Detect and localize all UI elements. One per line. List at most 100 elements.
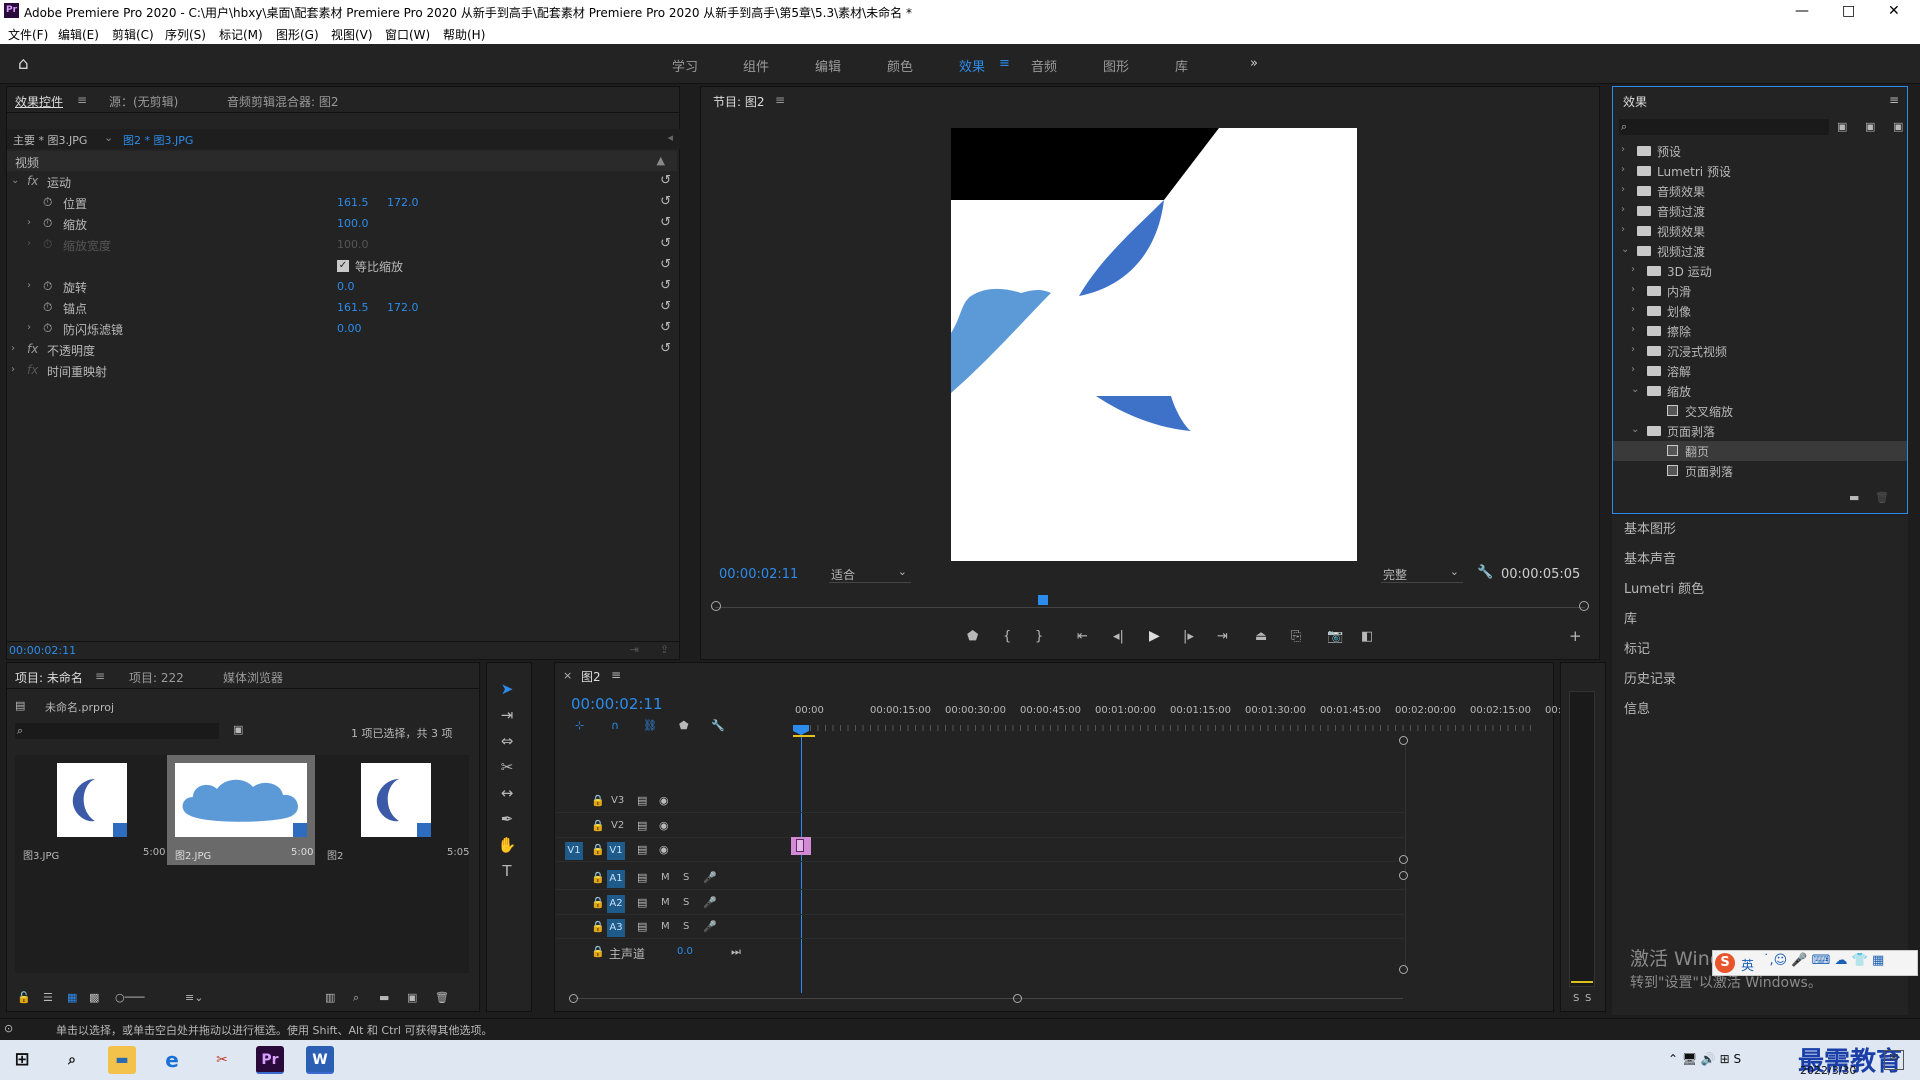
chevron-down-icon[interactable]: ⌄ bbox=[1631, 424, 1639, 435]
go-to-end-icon[interactable]: ⏭ bbox=[731, 945, 741, 959]
panel-markers[interactable]: 标记 bbox=[1624, 638, 1650, 657]
word-taskbar-icon[interactable]: W bbox=[306, 1046, 334, 1074]
sync-lock-icon[interactable]: ▤ bbox=[637, 843, 647, 856]
workspace-effects[interactable]: 效果 bbox=[959, 56, 985, 75]
effects-tree-item[interactable]: 交叉缩放 bbox=[1613, 401, 1907, 421]
scroll-handle[interactable] bbox=[1399, 736, 1408, 745]
effect-controls-timecode[interactable]: 00:00:02:11 bbox=[9, 644, 76, 657]
ripple-edit-tool-icon[interactable]: ⇔ bbox=[497, 732, 517, 752]
new-search-bin-icon[interactable]: ▣ bbox=[233, 723, 243, 736]
yuv-effects-icon[interactable]: ▣ bbox=[1893, 120, 1903, 133]
reset-icon[interactable]: ↺ bbox=[660, 194, 671, 209]
time-remap-row[interactable]: › fx 时间重映射 bbox=[7, 360, 679, 381]
menu-marker[interactable]: 标记(M) bbox=[219, 26, 263, 43]
scrub-end-handle[interactable] bbox=[1579, 601, 1589, 611]
lift-icon[interactable]: ⏏ bbox=[1255, 629, 1267, 644]
reset-icon[interactable]: ↺ bbox=[660, 215, 671, 230]
new-bin-icon[interactable]: ▬ bbox=[379, 991, 389, 1004]
sync-lock-icon[interactable]: ▤ bbox=[637, 819, 647, 832]
effects-tree-item[interactable]: › 3D 运动 bbox=[1613, 261, 1907, 281]
comparison-view-icon[interactable]: ◧ bbox=[1361, 629, 1373, 644]
sort-icon[interactable]: ≡⌄ bbox=[185, 991, 203, 1004]
uniform-scale-checkbox[interactable]: ✓ bbox=[337, 260, 349, 272]
source-patch-button[interactable]: V1 bbox=[565, 842, 583, 860]
track-target-button[interactable]: A1 bbox=[607, 870, 625, 888]
workspace-assembly[interactable]: 组件 bbox=[743, 56, 769, 75]
anchor-y-value[interactable]: 172.0 bbox=[387, 301, 419, 314]
voice-record-icon[interactable]: 🎤 bbox=[703, 896, 717, 909]
stopwatch-icon[interactable]: ⏱ bbox=[43, 300, 52, 315]
export-icon[interactable]: ⇪ bbox=[660, 643, 669, 656]
timeline-clip[interactable] bbox=[791, 837, 811, 855]
menu-sequence[interactable]: 序列(S) bbox=[165, 26, 206, 43]
scale-value[interactable]: 100.0 bbox=[337, 217, 369, 230]
tab-media-browser[interactable]: 媒体浏览器 bbox=[223, 669, 283, 686]
panel-essential-graphics[interactable]: 基本图形 bbox=[1624, 518, 1676, 537]
play-icon[interactable]: ▶ bbox=[1149, 628, 1160, 644]
tab-project-222[interactable]: 项目: 222 bbox=[129, 669, 184, 686]
minimize-button[interactable]: — bbox=[1795, 3, 1809, 19]
snap-icon[interactable]: ∩ bbox=[611, 719, 619, 732]
close-tab-icon[interactable]: × bbox=[563, 669, 572, 682]
mute-button[interactable]: M bbox=[661, 872, 670, 883]
menu-file[interactable]: 文件(F) bbox=[8, 26, 48, 43]
ime-mode[interactable]: 英 bbox=[1741, 955, 1754, 974]
expand-icon[interactable]: › bbox=[27, 217, 31, 228]
search-icon[interactable]: ⌕ bbox=[58, 1046, 86, 1074]
32bit-effects-icon[interactable]: ▣ bbox=[1865, 120, 1875, 133]
workspace-audio[interactable]: 音频 bbox=[1031, 56, 1057, 75]
add-marker-icon[interactable]: ⬟ bbox=[679, 719, 689, 732]
expand-icon[interactable]: › bbox=[27, 322, 31, 333]
maximize-button[interactable]: □ bbox=[1842, 3, 1855, 19]
panel-menu-icon[interactable]: ≡ bbox=[1889, 93, 1899, 107]
chevron-down-icon[interactable]: ⌄ bbox=[1621, 244, 1629, 255]
filter-icon[interactable]: ⇥ bbox=[630, 643, 639, 656]
chevron-right-icon[interactable]: › bbox=[1621, 184, 1625, 195]
sync-lock-icon[interactable]: ▤ bbox=[637, 871, 647, 884]
solo-button[interactable]: S bbox=[683, 872, 689, 883]
workspace-editing[interactable]: 编辑 bbox=[815, 56, 841, 75]
mark-out-icon[interactable]: } bbox=[1035, 629, 1043, 644]
menu-clip[interactable]: 剪辑(C) bbox=[112, 26, 154, 43]
chevron-right-icon[interactable]: › bbox=[1621, 204, 1625, 215]
nest-icon[interactable]: ⊹ bbox=[575, 719, 584, 732]
reset-icon[interactable]: ↺ bbox=[660, 341, 671, 356]
project-search-input[interactable]: ⌕ bbox=[15, 723, 219, 739]
chevron-down-icon[interactable]: ⌄ bbox=[1631, 384, 1639, 395]
freeform-view-icon[interactable]: ▩ bbox=[89, 991, 99, 1004]
file-explorer-icon[interactable]: ▬ bbox=[108, 1046, 136, 1074]
windows-start-icon[interactable]: ⊞ bbox=[8, 1046, 36, 1074]
accelerated-effects-icon[interactable]: ▣ bbox=[1837, 120, 1847, 133]
chevron-right-icon[interactable]: › bbox=[1631, 344, 1635, 355]
effects-tree-item[interactable]: ⌄ 页面剥落 bbox=[1613, 421, 1907, 441]
chevron-right-icon[interactable]: › bbox=[1631, 284, 1635, 295]
add-button-icon[interactable]: + bbox=[1569, 627, 1582, 645]
lock-icon[interactable]: 🔒 bbox=[591, 819, 605, 832]
notification-icon[interactable]: ✉ bbox=[1884, 1050, 1904, 1070]
panel-lumetri-color[interactable]: Lumetri 颜色 bbox=[1624, 578, 1704, 597]
effects-tree-item[interactable]: › 擦除 bbox=[1613, 321, 1907, 341]
expand-icon[interactable]: › bbox=[27, 280, 31, 291]
sogou-icon[interactable]: S bbox=[1715, 953, 1735, 973]
reset-icon[interactable]: ↺ bbox=[660, 299, 671, 314]
effects-tree-item[interactable]: › 音频效果 bbox=[1613, 181, 1907, 201]
new-item-icon[interactable]: ▣ bbox=[407, 991, 417, 1004]
tab-effect-controls[interactable]: 效果控件 bbox=[15, 93, 63, 110]
zoom-slider[interactable]: ○─── bbox=[115, 991, 144, 1004]
chevron-right-icon[interactable]: › bbox=[1631, 304, 1635, 315]
pen-tool-icon[interactable]: ✒ bbox=[497, 810, 517, 830]
chevron-right-icon[interactable]: › bbox=[1631, 364, 1635, 375]
solo-button[interactable]: S bbox=[683, 921, 689, 932]
workspace-libraries[interactable]: 库 bbox=[1175, 56, 1188, 75]
project-item[interactable]: 图3.JPG 5:00 bbox=[15, 755, 165, 865]
reset-icon[interactable]: ↺ bbox=[660, 173, 671, 188]
tray-icons[interactable]: ⌃ 🖥 🔊 ⊞ S bbox=[1668, 1052, 1741, 1066]
slip-tool-icon[interactable]: ↔ bbox=[497, 784, 517, 804]
icon-view-icon[interactable]: ▦ bbox=[67, 991, 77, 1004]
menu-edit[interactable]: 编辑(E) bbox=[58, 26, 99, 43]
scroll-handle[interactable] bbox=[1399, 965, 1408, 974]
stopwatch-icon[interactable]: ⏱ bbox=[43, 195, 52, 210]
scroll-handle[interactable] bbox=[1399, 855, 1408, 864]
program-monitor-title[interactable]: 节目: 图2 bbox=[713, 93, 765, 110]
effects-tree-item[interactable]: 翻页 bbox=[1613, 441, 1907, 461]
